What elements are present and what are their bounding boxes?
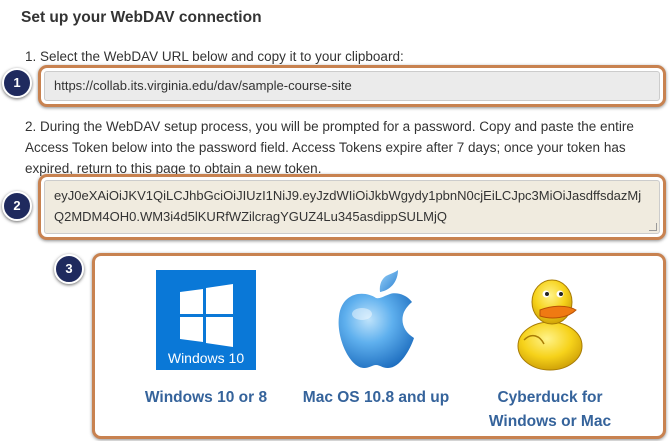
access-token-field[interactable]: eyJ0eXAiOiJKV1QiLCJhbGciOiJIUzI1NiJ9.eyJ… [44,180,660,234]
mac-link[interactable]: Mac OS 10.8 and up [291,386,461,410]
resize-grip-icon[interactable] [649,223,657,231]
callout-badge-2: 2 [2,191,32,221]
apple-logo-icon[interactable] [334,270,418,372]
os-option-cyberduck[interactable]: Cyberduck for Windows or Mac [475,270,625,434]
os-option-windows[interactable]: Windows 10 Windows 10 or 8 [141,270,271,410]
os-options-callout-frame: Windows 10 Windows 10 or 8 Mac OS 10.8 a… [92,253,666,439]
step-2-instruction: 2. During the WebDAV setup process, you … [25,119,634,176]
windows-link[interactable]: Windows 10 or 8 [141,386,271,410]
token-callout-frame: eyJ0eXAiOiJKV1QiLCJhbGciOiJIUzI1NiJ9.eyJ… [38,174,666,240]
webdav-url-field[interactable]: https://collab.its.virginia.edu/dav/samp… [44,71,660,101]
url-callout-frame: https://collab.its.virginia.edu/dav/samp… [38,65,666,107]
access-token-text: eyJ0eXAiOiJKV1QiLCJhbGciOiJIUzI1NiJ9.eyJ… [54,188,642,224]
page-heading: Set up your WebDAV connection [21,9,262,26]
windows-logo-icon[interactable]: Windows 10 [156,270,256,370]
os-option-mac[interactable]: Mac OS 10.8 and up [291,270,461,410]
windows-logo-text: Windows 10 [167,350,245,366]
step-1-instruction: 1. Select the WebDAV URL below and copy … [25,49,404,64]
cyberduck-logo-icon[interactable] [510,270,590,374]
cyberduck-link[interactable]: Cyberduck for Windows or Mac [475,386,625,434]
callout-badge-1: 1 [2,68,32,98]
callout-badge-3: 3 [54,254,84,284]
